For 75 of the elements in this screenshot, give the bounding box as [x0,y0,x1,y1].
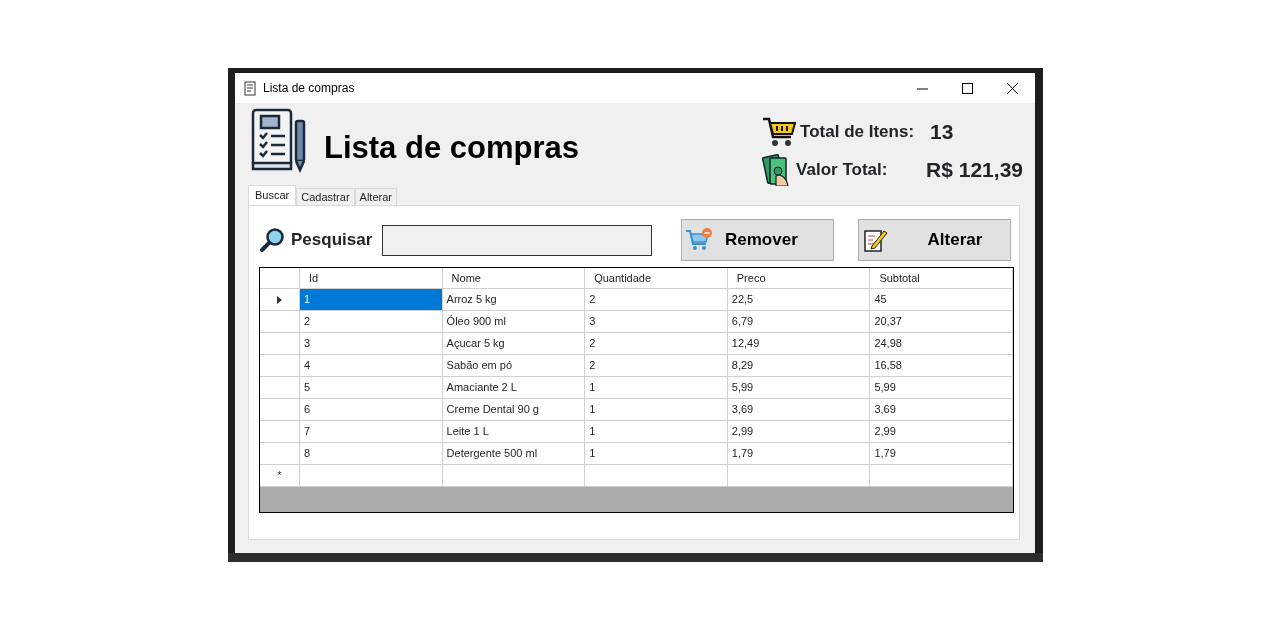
table-cell: 1 [585,399,728,421]
table-cell: 2 [585,333,728,355]
table-cell: 12,49 [727,333,871,355]
table-cell: Óleo 900 ml [442,311,586,333]
table-cell: 5 [300,377,443,399]
table-cell: 4 [300,355,443,377]
table-cell: 5,99 [727,377,871,399]
table-cell: 3 [585,311,728,333]
table-cell: 2,99 [727,421,871,443]
table-cell: 16,58 [870,355,1013,377]
table-cell[interactable] [300,465,443,487]
table-cell: 1 [585,377,728,399]
edit-document-icon [862,227,888,253]
new-row-marker: * [277,469,282,483]
table-cell: 6 [300,399,443,421]
table-cell[interactable] [870,465,1013,487]
cart-icon [762,116,797,148]
maximize-icon [962,82,973,94]
table-cell: Amaciante 2 L [442,377,586,399]
table-cell: 2,99 [870,421,1013,443]
app-title: Lista de compras [324,129,579,167]
table-cell: 3,69 [727,399,871,421]
table-cell: Leite 1 L [442,421,586,443]
stat-value: R$ 121,39 [926,157,1023,184]
table-cell[interactable] [585,465,728,487]
row-header [260,268,300,289]
table-cell: 22,5 [727,289,871,311]
table-cell: Sabão em pó [442,355,586,377]
row-header[interactable] [260,289,300,311]
column-header[interactable]: Id [300,268,443,289]
table-cell[interactable] [727,465,871,487]
document-icon [244,80,256,96]
table-cell: Detergente 500 ml [442,443,586,465]
close-icon [1007,82,1018,94]
current-row-icon [277,295,282,304]
table-cell: 6,79 [727,311,871,333]
tab[interactable]: Alterar [354,188,397,205]
table-cell: 5,99 [870,377,1013,399]
table-cell: 2 [585,289,728,311]
table-cell: 20,37 [870,311,1013,333]
table-cell: Creme Dental 90 g [442,399,586,421]
search-icon [259,227,285,253]
column-header[interactable]: Quantidade [585,268,728,289]
remove-button[interactable]: Remover [681,219,834,261]
table-cell: 2 [300,311,443,333]
table-cell: 2 [585,355,728,377]
table-cell: 3 [300,333,443,355]
stat-value: 13 [930,119,954,146]
table-cell: Açucar 5 kg [442,333,586,355]
column-header[interactable]: Subtotal [870,268,1013,289]
search-label: Pesquisar [291,229,373,252]
window-title: Lista de compras [263,80,355,97]
table-cell: 1 [300,289,443,311]
table-cell: 24,98 [870,333,1013,355]
tab[interactable]: Cadastrar [296,188,355,205]
table-cell: 1,79 [870,443,1013,465]
table-cell[interactable] [442,465,586,487]
table-cell: 1,79 [727,443,871,465]
table-cell: 1 [585,421,728,443]
column-header[interactable]: Preco [727,268,871,289]
table-cell: 8,29 [727,355,871,377]
table-cell: 7 [300,421,443,443]
search-field[interactable] [382,224,653,256]
tab[interactable]: Buscar [248,185,297,205]
row-header[interactable]: * [260,465,300,487]
column-header[interactable]: Nome [442,268,586,289]
table-cell: 8 [300,443,443,465]
table-cell: 45 [870,289,1013,311]
table-cell: 3,69 [870,399,1013,421]
table-cell: Arroz 5 kg [442,289,586,311]
stat-label: Total de Itens: [800,121,916,144]
cart-remove-icon [685,227,713,253]
table-cell: 1 [585,443,728,465]
edit-button[interactable]: Alterar [858,219,1011,261]
stat-label: Valor Total: [796,159,889,182]
